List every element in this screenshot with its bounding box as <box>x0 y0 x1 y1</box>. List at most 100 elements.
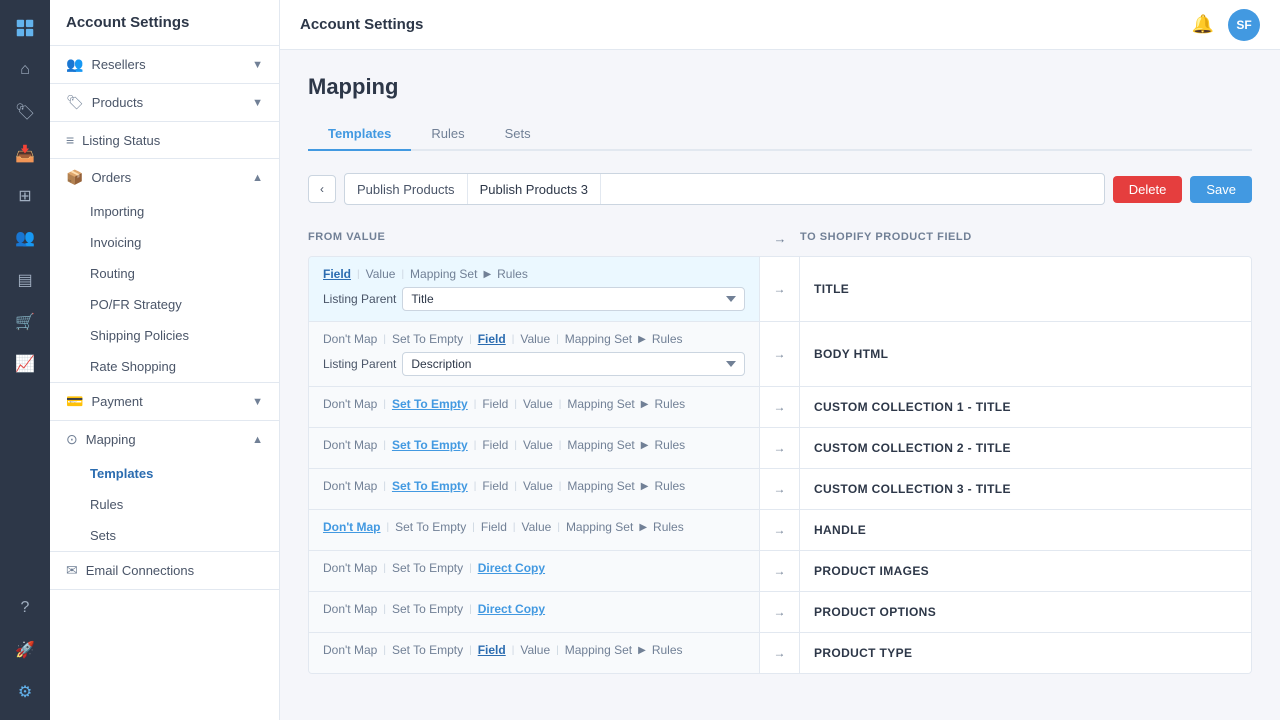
grid-nav-icon[interactable]: ⊞ <box>7 178 43 214</box>
home-nav-icon[interactable]: ⌂ <box>7 52 43 88</box>
nav-header: Account Settings <box>50 0 279 46</box>
nav-item-rate-shopping[interactable]: Rate Shopping <box>50 351 279 382</box>
field-opt-value-cc3[interactable]: Value <box>523 479 553 493</box>
table-row: Don't Map | Set To Empty | Field | Value… <box>309 469 1251 510</box>
cart-nav-icon[interactable]: 🛒 <box>7 304 43 340</box>
table-row: Don't Map | Set To Empty | Direct Copy →… <box>309 551 1251 592</box>
field-opt-set-to-empty-cc2[interactable]: Set To Empty <box>392 438 468 452</box>
field-opt-field-body-html[interactable]: Field <box>478 332 506 346</box>
field-opt-field-product-type[interactable]: Field <box>478 643 506 657</box>
mapping-left-cc2: Don't Map | Set To Empty | Field | Value… <box>309 428 760 468</box>
field-opt-set-to-empty-product-type[interactable]: Set To Empty <box>392 643 463 657</box>
notification-icon[interactable]: 🔔 <box>1192 14 1214 35</box>
mapping-right-body-html: BODY HTML <box>800 322 1251 386</box>
nav-section-products: 🏷 Products ▼ <box>50 84 279 122</box>
field-opt-field-cc2[interactable]: Field <box>482 438 508 452</box>
breadcrumb-item-publish-products[interactable]: Publish Products <box>345 174 468 204</box>
nav-item-routing[interactable]: Routing <box>50 258 279 289</box>
rocket-nav-icon[interactable]: 🚀 <box>7 632 43 668</box>
field-opt-dont-map-cc2[interactable]: Don't Map <box>323 438 377 452</box>
field-opt-value-cc2[interactable]: Value <box>523 438 553 452</box>
field-opt-rules-cc1[interactable]: Rules <box>654 397 685 411</box>
nav-item-po-fr-strategy[interactable]: PO/FR Strategy <box>50 289 279 320</box>
help-nav-icon[interactable]: ? <box>7 590 43 626</box>
nav-item-sets[interactable]: Sets <box>50 520 279 551</box>
avatar[interactable]: SF <box>1228 9 1260 41</box>
field-opt-field-cc1[interactable]: Field <box>482 397 508 411</box>
field-opt-direct-copy-product-images[interactable]: Direct Copy <box>478 561 545 575</box>
nav-item-importing[interactable]: Importing <box>50 196 279 227</box>
settings-nav-icon[interactable]: ⚙ <box>7 674 43 710</box>
field-opt-field-handle[interactable]: Field <box>481 520 507 534</box>
mapping-left-product-options: Don't Map | Set To Empty | Direct Copy <box>309 592 760 632</box>
back-button[interactable]: ‹ <box>308 175 336 203</box>
field-select-title[interactable]: Title <box>402 287 745 311</box>
nav-item-rules[interactable]: Rules <box>50 489 279 520</box>
field-opt-rules-product-type[interactable]: Rules <box>652 643 683 657</box>
inbox-nav-icon[interactable]: 📥 <box>7 136 43 172</box>
field-opt-mapping-set-title[interactable]: Mapping Set <box>410 267 477 281</box>
field-opt-rules-body-html[interactable]: Rules <box>652 332 683 346</box>
field-opt-rules-handle[interactable]: Rules <box>653 520 684 534</box>
nav-section-payment-header[interactable]: 💳 Payment ▼ <box>50 383 279 420</box>
field-opt-rules-title[interactable]: Rules <box>497 267 528 281</box>
mapping-arrow-title: → <box>760 257 800 321</box>
delete-button[interactable]: Delete <box>1113 176 1183 203</box>
arrow-icon-cc2: ▶ <box>641 440 649 451</box>
field-opt-dont-map-cc3[interactable]: Don't Map <box>323 479 377 493</box>
field-opt-dont-map-product-options[interactable]: Don't Map <box>323 602 377 616</box>
field-opt-set-to-empty-handle[interactable]: Set To Empty <box>395 520 466 534</box>
field-opt-mapping-set-cc1[interactable]: Mapping Set <box>567 397 634 411</box>
to-shopify-header: TO SHOPIFY PRODUCT FIELD <box>800 231 1252 246</box>
field-opt-dont-map-cc1[interactable]: Don't Map <box>323 397 377 411</box>
nav-section-resellers-header[interactable]: 👥 Resellers ▼ <box>50 46 279 83</box>
nav-item-invoicing[interactable]: Invoicing <box>50 227 279 258</box>
field-opt-set-to-empty-cc1[interactable]: Set To Empty <box>392 397 468 411</box>
mapping-arrow-cc2: → <box>760 428 800 468</box>
field-opt-rules-cc2[interactable]: Rules <box>654 438 685 452</box>
field-opt-mapping-set-cc2[interactable]: Mapping Set <box>567 438 634 452</box>
field-opt-set-to-empty-product-options[interactable]: Set To Empty <box>392 602 463 616</box>
payment-chevron: ▼ <box>252 396 263 408</box>
nav-section-listing-status-header[interactable]: ≡ Listing Status <box>50 122 279 158</box>
chart-nav-icon[interactable]: 📈 <box>7 346 43 382</box>
field-opt-mapping-set-cc3[interactable]: Mapping Set <box>567 479 634 493</box>
field-opt-mapping-set-product-type[interactable]: Mapping Set <box>565 643 632 657</box>
field-opt-set-to-empty-body-html[interactable]: Set To Empty <box>392 332 463 346</box>
field-options-cc3: Don't Map | Set To Empty | Field | Value… <box>323 479 745 493</box>
users-nav-icon[interactable]: 👥 <box>7 220 43 256</box>
breadcrumb-item-publish-products-3[interactable]: Publish Products 3 <box>468 174 601 204</box>
field-opt-set-to-empty-cc3[interactable]: Set To Empty <box>392 479 468 493</box>
field-opt-set-to-empty-product-images[interactable]: Set To Empty <box>392 561 463 575</box>
field-opt-dont-map-handle[interactable]: Don't Map <box>323 520 381 534</box>
tab-templates[interactable]: Templates <box>308 118 411 151</box>
field-opt-value-cc1[interactable]: Value <box>523 397 553 411</box>
field-select-body-html[interactable]: Description <box>402 352 745 376</box>
field-opt-mapping-set-body-html[interactable]: Mapping Set <box>565 332 632 346</box>
nav-item-shipping-policies[interactable]: Shipping Policies <box>50 320 279 351</box>
field-opt-value-handle[interactable]: Value <box>522 520 552 534</box>
nav-section-email-connections-header[interactable]: ✉ Email Connections <box>50 552 279 589</box>
field-opt-value-title[interactable]: Value <box>366 267 396 281</box>
field-opt-dont-map-body-html[interactable]: Don't Map <box>323 332 377 346</box>
field-opt-rules-cc3[interactable]: Rules <box>654 479 685 493</box>
field-select-row-title: Listing Parent Title <box>323 287 745 311</box>
field-opt-field-cc3[interactable]: Field <box>482 479 508 493</box>
field-opt-field-title[interactable]: Field <box>323 267 351 281</box>
field-opt-direct-copy-product-options[interactable]: Direct Copy <box>478 602 545 616</box>
nav-section-orders-header[interactable]: 📦 Orders ▲ <box>50 159 279 196</box>
tab-rules[interactable]: Rules <box>411 118 484 151</box>
tag-nav-icon[interactable]: 🏷 <box>7 94 43 130</box>
field-opt-dont-map-product-images[interactable]: Don't Map <box>323 561 377 575</box>
field-opt-mapping-set-handle[interactable]: Mapping Set <box>566 520 633 534</box>
nav-section-products-header[interactable]: 🏷 Products ▼ <box>50 84 279 121</box>
field-opt-value-product-type[interactable]: Value <box>520 643 550 657</box>
nav-section-mapping-header[interactable]: ⊙ Mapping ▲ <box>50 421 279 458</box>
field-opt-value-body-html[interactable]: Value <box>520 332 550 346</box>
table-nav-icon[interactable]: ▤ <box>7 262 43 298</box>
save-button[interactable]: Save <box>1190 176 1252 203</box>
field-opt-dont-map-product-type[interactable]: Don't Map <box>323 643 377 657</box>
nav-item-templates[interactable]: Templates <box>50 458 279 489</box>
page-body: Mapping Templates Rules Sets ‹ Publish P… <box>280 50 1280 720</box>
tab-sets[interactable]: Sets <box>485 118 551 151</box>
